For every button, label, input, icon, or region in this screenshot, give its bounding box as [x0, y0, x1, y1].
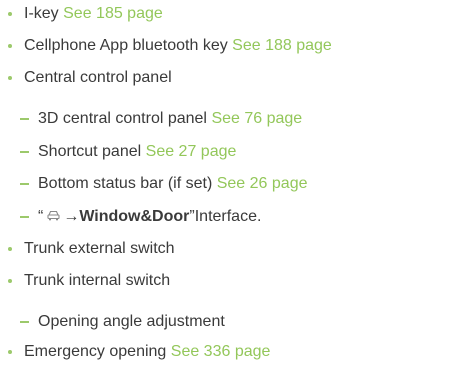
item-label: 3D central control panel: [38, 110, 207, 127]
item-label: Bottom status bar (if set): [38, 175, 213, 192]
page-reference-link[interactable]: See 336 page: [171, 343, 271, 360]
item-label: Trunk internal switch: [24, 272, 171, 289]
arrow-icon: →: [63, 208, 80, 226]
page-reference-link[interactable]: See 76 page: [211, 110, 302, 127]
item-label: I-key: [24, 5, 59, 22]
item-label: Trunk external switch: [24, 240, 175, 257]
list-item-text: 3D central control panel See 76 page: [38, 107, 302, 131]
item-label: Shortcut panel: [38, 143, 142, 160]
list-item-text: Shortcut panel See 27 page: [38, 140, 236, 164]
dash-icon: [20, 216, 29, 218]
list-item-text: Trunk external switch: [24, 237, 175, 261]
page-reference-link[interactable]: See 185 page: [63, 5, 163, 22]
item-label: Cellphone App bluetooth key: [24, 37, 228, 54]
bullet-icon: [8, 350, 12, 354]
dash-icon: [20, 151, 29, 153]
dash-icon: [20, 321, 29, 323]
list-item-text: Opening angle adjustment: [38, 310, 225, 334]
page-reference-link[interactable]: See 27 page: [146, 143, 237, 160]
list-item-text: Trunk internal switch: [24, 269, 170, 293]
bullet-icon: [8, 279, 12, 283]
list-item-text: Central control panel: [24, 66, 172, 90]
menu-path-label: Window&Door: [79, 208, 190, 226]
car-icon: [47, 205, 60, 229]
item-label: Central control panel: [24, 69, 172, 86]
item-label: Emergency opening: [24, 343, 167, 360]
page-reference-link[interactable]: See 188 page: [232, 37, 332, 54]
item-label: Opening angle adjustment: [38, 313, 225, 330]
item-label: Interface.: [194, 208, 262, 226]
list-item-text: Cellphone App bluetooth key See 188 page: [24, 34, 332, 58]
list-item-text: Bottom status bar (if set) See 26 page: [38, 172, 307, 196]
open-quote: “: [38, 208, 44, 226]
page-reference-link[interactable]: See 26 page: [217, 175, 308, 192]
bullet-icon: [8, 44, 12, 48]
bullet-icon: [8, 12, 12, 16]
list-item-text: “→Window&Door”Interface.: [38, 205, 261, 229]
list-item-text: I-key See 185 page: [24, 2, 163, 26]
list-item-text: Emergency opening See 336 page: [24, 340, 270, 364]
bullet-icon: [8, 247, 12, 251]
dash-icon: [20, 183, 29, 185]
bullet-icon: [8, 76, 12, 80]
dash-icon: [20, 118, 29, 120]
